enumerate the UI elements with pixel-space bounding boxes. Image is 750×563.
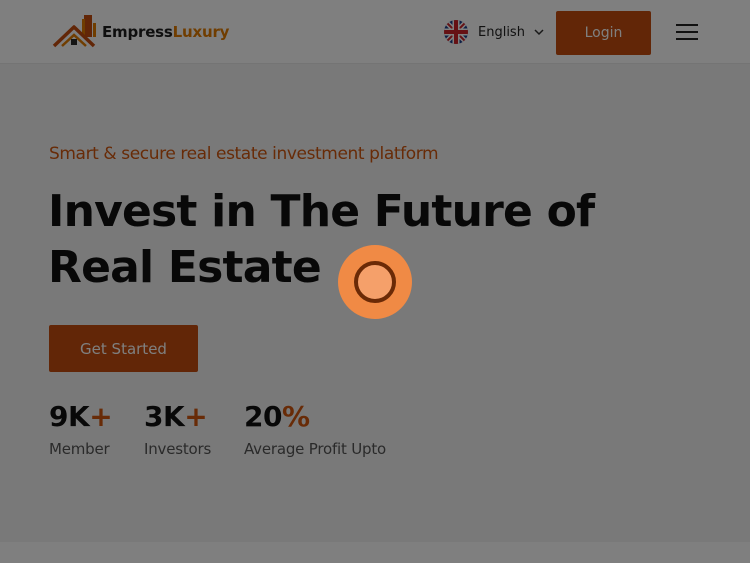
loading-spinner-icon — [338, 245, 412, 319]
